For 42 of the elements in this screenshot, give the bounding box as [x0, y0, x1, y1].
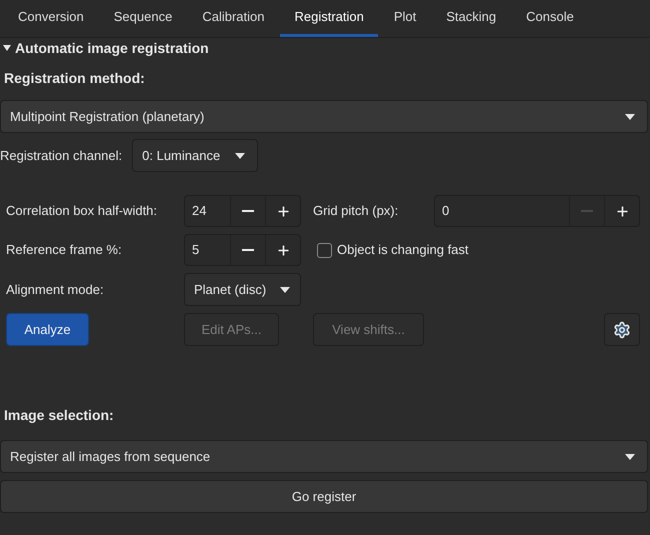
spin-value: 0: [441, 202, 450, 220]
spin-box[interactable]: 24: [184, 195, 301, 227]
channel-dropdown[interactable]: 0: Luminance: [132, 139, 258, 172]
section-label: Registration method:: [3, 69, 146, 88]
spin-value: 5: [191, 241, 200, 260]
section-header[interactable]: Automatic image registration: [0, 39, 209, 57]
minus-icon: [242, 210, 254, 212]
field-label: Grid pitch (px):: [313, 202, 400, 220]
field-label: Alignment mode:: [6, 280, 105, 299]
field-label: Reference frame %:: [6, 241, 123, 260]
plus-icon: [614, 204, 630, 218]
alignment-dropdown[interactable]: Planet (disc): [184, 273, 301, 306]
tab[interactable]: Registration: [280, 0, 378, 37]
minus-icon: [242, 249, 254, 251]
tab[interactable]: Stacking: [432, 0, 510, 37]
field-label: Registration channel:: [0, 146, 122, 165]
tab[interactable]: Calibration: [188, 0, 278, 37]
spin-box[interactable]: 5: [184, 234, 301, 266]
spin-value: 24: [191, 202, 208, 220]
dropdown-caret-icon: [625, 454, 635, 460]
tab[interactable]: Plot: [380, 0, 430, 37]
tab[interactable]: Console: [512, 0, 588, 37]
image-selection-dropdown[interactable]: Register all images from sequence: [0, 440, 648, 473]
checkbox-label: Object is changing fast: [337, 241, 469, 260]
spin-box[interactable]: 0: [434, 195, 640, 227]
minus-icon: [581, 210, 593, 212]
go-register-button[interactable]: Go register: [0, 480, 648, 513]
plus-icon: [276, 242, 290, 258]
plus-icon: [276, 204, 290, 218]
dropdown-caret-icon: [280, 286, 290, 292]
dropdown-caret-icon: [235, 152, 246, 158]
settings-icon: [613, 320, 631, 338]
field-label: Correlation box half-width:: [6, 202, 158, 220]
tab[interactable]: Sequence: [100, 0, 186, 37]
settings-button[interactable]: [604, 313, 640, 346]
tab[interactable]: Conversion: [4, 0, 98, 37]
method-dropdown[interactable]: Multipoint Registration (planetary): [0, 100, 648, 133]
checkbox[interactable]: [317, 242, 332, 258]
action-button[interactable]: Analyze: [6, 313, 89, 346]
expander-icon: [3, 45, 11, 51]
section-label: Image selection:: [3, 406, 115, 425]
dropdown-caret-icon: [625, 114, 635, 120]
